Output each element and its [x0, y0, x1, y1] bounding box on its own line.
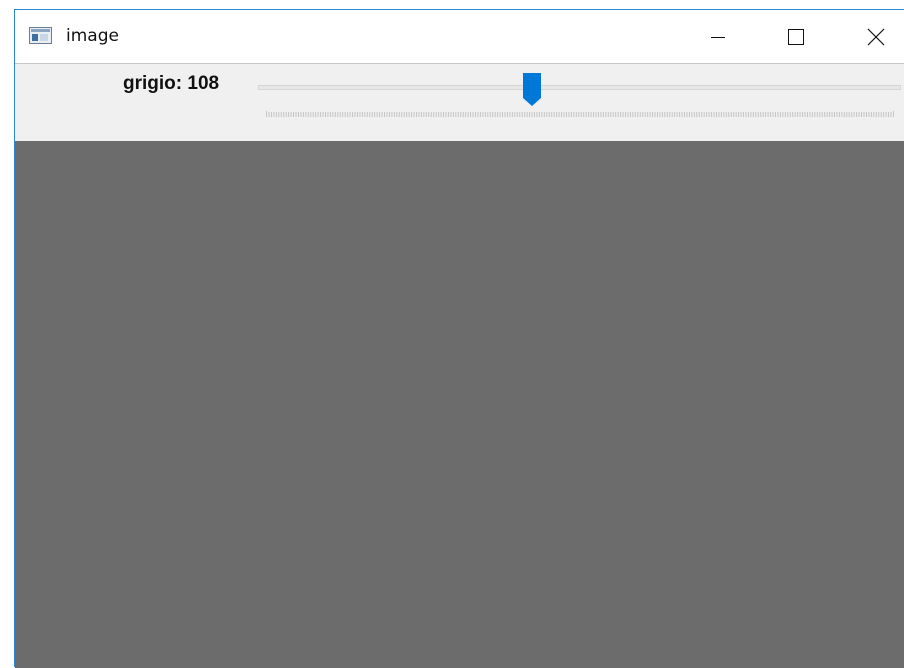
trackbar-panel: grigio: 108 [15, 63, 904, 141]
trackbar-label: grigio: 108 [123, 73, 220, 94]
app-window-icon [29, 27, 52, 44]
minimize-button[interactable] [695, 10, 741, 63]
minimize-icon [711, 36, 725, 38]
maximize-button[interactable] [773, 10, 819, 63]
image-canvas [15, 141, 904, 668]
slider-thumb[interactable] [522, 73, 542, 107]
maximize-icon [788, 28, 804, 45]
window-title: image [66, 26, 119, 46]
slider-ticks [266, 111, 894, 117]
close-icon [867, 28, 885, 45]
opencv-image-window: image grigio: 108 [14, 9, 904, 668]
close-button[interactable] [853, 10, 899, 63]
title-bar[interactable]: image [15, 10, 904, 63]
slider-track[interactable] [258, 85, 901, 90]
grigio-slider[interactable] [258, 70, 902, 122]
